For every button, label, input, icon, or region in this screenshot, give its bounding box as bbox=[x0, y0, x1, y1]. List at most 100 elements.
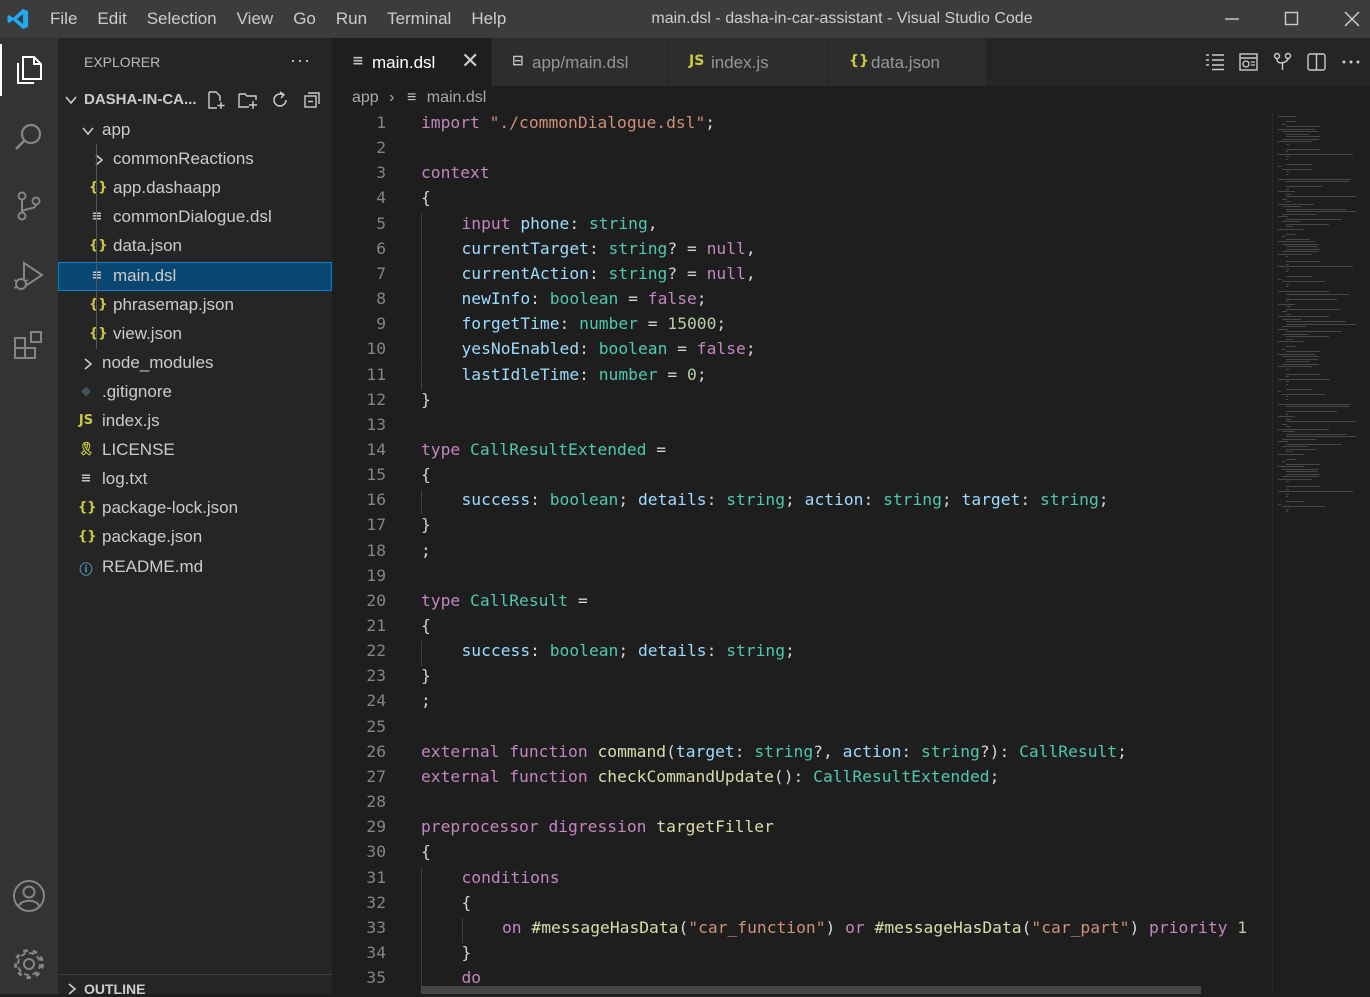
minimap-line bbox=[1282, 333, 1308, 335]
collapse-all-icon[interactable] bbox=[302, 90, 322, 110]
menu-item-terminal[interactable]: Terminal bbox=[387, 0, 451, 38]
chevron-down-icon bbox=[65, 96, 77, 105]
minimap-line bbox=[1286, 351, 1320, 352]
code-token: action bbox=[842, 741, 902, 761]
line-number: 34 bbox=[366, 942, 386, 962]
source-control-button[interactable] bbox=[0, 178, 58, 234]
maximize-button[interactable] bbox=[1262, 0, 1322, 38]
code-line: external function command(target: string… bbox=[421, 742, 1127, 761]
minimap-line bbox=[1286, 336, 1329, 337]
minimize-button[interactable] bbox=[1202, 0, 1262, 38]
code-token: ; bbox=[1098, 490, 1109, 510]
tree-item-label: commonReactions bbox=[113, 149, 254, 169]
code-line: { bbox=[462, 893, 472, 912]
code-token: or bbox=[845, 917, 875, 937]
tree-item--gitignore[interactable]: ◆ .gitignore bbox=[58, 378, 332, 407]
line-number: 1 bbox=[376, 113, 386, 132]
line-number: 23 bbox=[366, 666, 386, 686]
json-icon: {} bbox=[78, 529, 97, 545]
chevron-down-icon bbox=[82, 127, 94, 136]
split-editor-icon[interactable] bbox=[1306, 52, 1328, 72]
breadcrumb-folder[interactable]: app bbox=[352, 89, 379, 106]
tree-item-readme-md[interactable]: ⓘ README.md bbox=[58, 553, 332, 582]
new-folder-icon[interactable] bbox=[238, 90, 258, 110]
minimap-line bbox=[1286, 383, 1288, 385]
minimap-line bbox=[1286, 496, 1288, 497]
workspace-folder-header[interactable]: DASHA-IN-CA... bbox=[58, 88, 332, 112]
source-control-icon bbox=[17, 191, 41, 221]
tab-data-json[interactable]: {} data.json bbox=[829, 38, 987, 86]
tree-item-data-json[interactable]: {} data.json bbox=[58, 232, 332, 261]
extensions-button[interactable] bbox=[0, 318, 58, 374]
menu-item-go[interactable]: Go bbox=[293, 0, 316, 38]
line-number: 31 bbox=[366, 867, 386, 887]
tree-item-package-lock-json[interactable]: {} package-lock.json bbox=[58, 494, 332, 523]
tree-item-app-dashaapp[interactable]: {} app.dashaapp bbox=[58, 174, 332, 203]
accounts-button[interactable] bbox=[0, 868, 58, 924]
more-actions-button[interactable]: ··· bbox=[290, 50, 311, 71]
close-tab-icon[interactable]: ✕ bbox=[461, 48, 479, 74]
tab-app-main-dsl[interactable]: ⊟ app/main.dsl bbox=[492, 38, 669, 86]
tree-item-phrasemap-json[interactable]: {} phrasemap.json bbox=[58, 291, 332, 320]
refresh-icon[interactable] bbox=[270, 90, 290, 110]
line-number: 7 bbox=[376, 263, 386, 283]
tree-item-commonreactions[interactable]: commonReactions bbox=[58, 145, 332, 174]
tab-index-js[interactable]: JS index.js bbox=[669, 38, 829, 86]
minimap-line bbox=[1286, 373, 1320, 375]
menu-item-file[interactable]: File bbox=[50, 0, 77, 38]
settings-gear-icon bbox=[14, 949, 44, 979]
menu-item-run[interactable]: Run bbox=[336, 0, 367, 38]
search-button[interactable] bbox=[0, 110, 58, 166]
tree-item-package-json[interactable]: {} package.json bbox=[58, 523, 332, 552]
minimap-line bbox=[1278, 178, 1352, 180]
tree-item-main-dsl[interactable]: ≡ main.dsl bbox=[58, 261, 332, 291]
outline-section-header[interactable]: OUTLINE bbox=[58, 974, 332, 997]
tree-item-index-js[interactable]: JS index.js bbox=[58, 407, 332, 436]
minimap-line bbox=[1286, 193, 1292, 195]
line-number: 4 bbox=[376, 188, 386, 208]
run-debug-button[interactable] bbox=[0, 248, 58, 304]
tree-item-commondialogue-dsl[interactable]: ≡ commonDialogue.dsl bbox=[58, 203, 332, 232]
outline-view-icon[interactable] bbox=[1204, 52, 1226, 72]
minimap-line bbox=[1278, 153, 1353, 155]
workspace-folder-name: DASHA-IN-CA... bbox=[84, 91, 197, 108]
minimap[interactable] bbox=[1272, 112, 1370, 994]
tree-item-view-json[interactable]: {} view.json bbox=[58, 320, 332, 349]
breadcrumb-file[interactable]: main.dsl bbox=[427, 89, 487, 106]
minimap-line bbox=[1282, 236, 1286, 237]
minimap-line bbox=[1286, 261, 1320, 262]
new-file-icon[interactable] bbox=[206, 90, 226, 110]
code-token: ; bbox=[1117, 741, 1127, 761]
tree-item-node-modules[interactable]: node_modules bbox=[58, 349, 332, 378]
explorer-button[interactable] bbox=[0, 42, 58, 98]
tree-item-label: app bbox=[102, 120, 131, 139]
manage-button[interactable] bbox=[0, 936, 58, 992]
minimap-line bbox=[1286, 126, 1320, 127]
code-token: : bbox=[559, 314, 580, 334]
menu-item-help[interactable]: Help bbox=[471, 0, 506, 38]
minimap-line bbox=[1286, 421, 1356, 422]
code-line: { bbox=[421, 465, 431, 484]
menu-item-edit[interactable]: Edit bbox=[97, 0, 126, 38]
minimap-line bbox=[1282, 168, 1312, 170]
minimap-line bbox=[1278, 241, 1316, 242]
minimap-line bbox=[1286, 381, 1290, 382]
code-token: } bbox=[421, 515, 431, 535]
open-preview-icon[interactable] bbox=[1238, 52, 1260, 72]
minimap-line bbox=[1278, 403, 1352, 405]
tab-main-dsl[interactable]: ≡ main.dsl ✕ bbox=[332, 38, 492, 86]
close-window-button[interactable] bbox=[1322, 0, 1370, 38]
code-line: external function checkCommandUpdate(): … bbox=[421, 767, 999, 786]
line-number: 29 bbox=[366, 817, 386, 837]
more-actions-icon[interactable] bbox=[1340, 52, 1362, 72]
tree-item-log-txt[interactable]: ≡ log.txt bbox=[58, 465, 332, 494]
code-token: : bbox=[734, 741, 755, 761]
horizontal-scrollbar[interactable] bbox=[421, 986, 1201, 994]
tree-item-app[interactable]: app bbox=[58, 116, 332, 145]
tree-item-license[interactable]: 🎗 LICENSE bbox=[58, 436, 332, 465]
minimap-line bbox=[1286, 226, 1293, 227]
menu-item-view[interactable]: View bbox=[237, 0, 274, 38]
code-line: preprocessor digression targetFiller bbox=[421, 817, 774, 836]
menu-item-selection[interactable]: Selection bbox=[147, 0, 217, 38]
compare-icon[interactable] bbox=[1272, 52, 1294, 72]
